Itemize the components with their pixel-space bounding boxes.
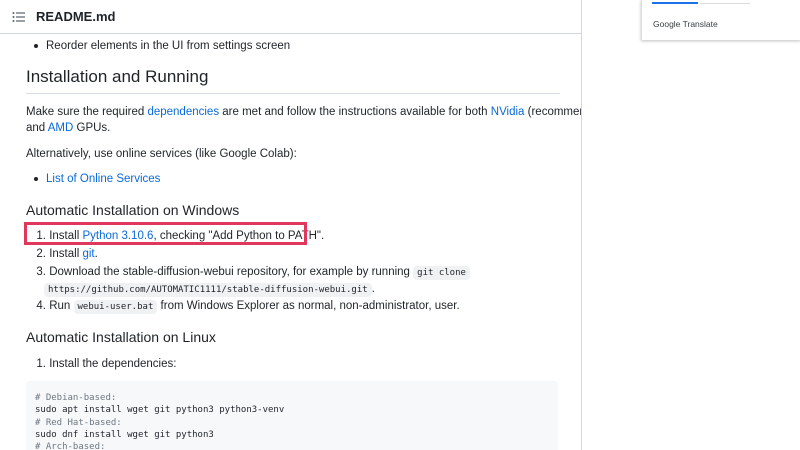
readme-filename: README.md <box>36 9 116 24</box>
requirements-paragraph-line2: and AMD GPUs. <box>26 120 110 136</box>
code-comment: # Debian-based: <box>35 393 117 403</box>
heading-text: Automatic Installation on Windows <box>26 202 240 218</box>
code-line: sudo dnf install wget git python3 <box>35 429 214 440</box>
code-comment: # Arch-based: <box>35 442 106 450</box>
readme-header: README.md <box>0 0 581 34</box>
step-number: 1. <box>36 358 46 370</box>
translate-tab-active[interactable] <box>652 0 698 4</box>
online-services-paragraph: Alternatively, use online services (like… <box>26 146 297 162</box>
step-text: . <box>371 283 375 295</box>
step-text: Download the stable-diffusion-webui repo… <box>49 266 414 278</box>
step-number: 4. <box>36 300 46 312</box>
heading-divider <box>26 93 560 94</box>
list-item: List of Online Services <box>26 171 160 187</box>
git-clone-code: git clone <box>413 266 470 280</box>
installation-heading: Installation and Running <box>26 67 209 86</box>
linux-step-1: 1. Install the dependencies: <box>26 356 176 372</box>
step-text: Install the dependencies: <box>49 358 177 370</box>
paragraph-text: and <box>26 122 48 134</box>
windows-step-3: 3. Download the stable-diffusion-webui r… <box>26 264 470 281</box>
step-text: from Windows Explorer as normal, non-adm… <box>157 300 460 312</box>
online-services-link[interactable]: List of Online Services <box>46 173 160 185</box>
dependencies-link[interactable]: dependencies <box>147 106 219 118</box>
paragraph-text: Alternatively, use online services (like… <box>26 148 297 160</box>
paragraph-text: GPUs. <box>73 122 111 134</box>
outline-list-icon[interactable] <box>12 11 26 23</box>
windows-heading: Automatic Installation on Windows <box>26 202 239 218</box>
step-text: Run <box>49 300 74 312</box>
code-block: # Debian-based: sudo apt install wget gi… <box>26 381 558 450</box>
heading-text: Installation and Running <box>26 67 209 86</box>
google-translate-label: Google Translate <box>653 19 718 29</box>
repo-url-code: https://github.com/AUTOMATIC1111/stable-… <box>44 283 372 297</box>
paragraph-text: Make sure the required <box>26 106 148 118</box>
webui-user-bat-code: webui-user.bat <box>73 300 158 314</box>
nvidia-link[interactable]: NVidia <box>491 106 525 118</box>
heading-text: Automatic Installation on Linux <box>26 329 216 345</box>
translate-tab-inactive[interactable] <box>700 0 750 4</box>
windows-step-4: 4. Run webui-user.bat from Windows Explo… <box>26 298 460 315</box>
code-comment: # Red Hat-based: <box>35 417 122 428</box>
step-number: 3. <box>36 266 46 278</box>
readme-panel: README.md Reorder elements in the UI fro… <box>0 0 582 450</box>
paragraph-text: are met and follow the instructions avai… <box>219 106 491 118</box>
step-text: . <box>94 248 98 260</box>
paragraph-text: (recommended) <box>527 106 581 118</box>
google-translate-widget: Google Translate <box>641 0 800 40</box>
step-number: 2. <box>36 248 46 260</box>
code-line: sudo apt install wget git python3 python… <box>35 405 285 416</box>
git-link[interactable]: git <box>82 248 94 260</box>
step-text: Install <box>49 248 83 260</box>
linux-heading: Automatic Installation on Linux <box>26 329 216 345</box>
translate-tabs <box>652 0 782 4</box>
list-item: Reorder elements in the UI from settings… <box>26 38 290 54</box>
requirements-paragraph-line1: Make sure the required dependencies are … <box>26 104 581 120</box>
amd-link[interactable]: AMD <box>48 122 74 134</box>
windows-step-2: 2. Install git. <box>26 246 98 262</box>
highlight-annotation <box>24 222 307 245</box>
windows-step-3-continued: https://github.com/AUTOMATIC1111/stable-… <box>44 281 375 298</box>
list-item-text: Reorder elements in the UI from settings… <box>46 40 291 52</box>
